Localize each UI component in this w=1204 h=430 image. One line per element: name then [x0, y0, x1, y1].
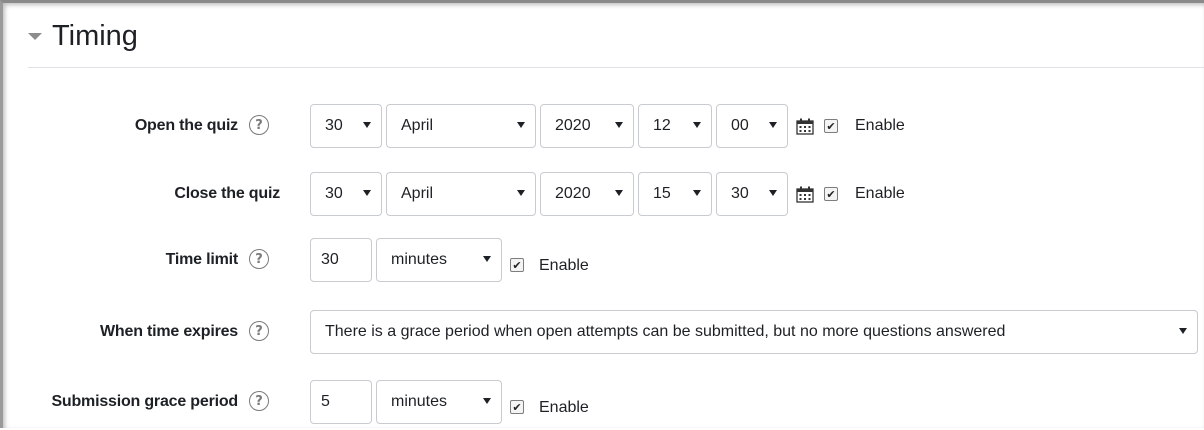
time-limit-enable-label: Enable: [539, 257, 589, 274]
grace-period-enable-label: Enable: [539, 399, 589, 416]
chevron-down-icon: [693, 190, 701, 196]
calendar-icon[interactable]: [796, 186, 814, 203]
time-limit-label: Time limit: [165, 251, 239, 268]
help-icon[interactable]: ?: [249, 321, 269, 341]
open-quiz-row: Open the quiz ? 30 April 2020 12 00 ✔ En…: [0, 104, 1204, 148]
time-limit-row: Time limit ? 30 minutes ✔ Enable: [0, 238, 1204, 282]
grace-period-enable-checkbox[interactable]: ✔: [510, 400, 524, 414]
open-hour-select[interactable]: 12: [638, 104, 712, 148]
when-time-expires-label: When time expires: [100, 323, 238, 340]
chevron-down-icon: [769, 190, 777, 196]
chevron-down-icon: [517, 122, 525, 128]
close-month-select[interactable]: April: [386, 172, 536, 216]
grace-period-row: Submission grace period ? 5 minutes ✔ En…: [0, 380, 1204, 424]
close-enable-label: Enable: [855, 185, 905, 202]
time-limit-unit-select[interactable]: minutes: [376, 238, 502, 282]
open-enable-label: Enable: [855, 117, 905, 134]
chevron-down-icon: [363, 190, 371, 196]
open-year-select[interactable]: 2020: [540, 104, 634, 148]
grace-period-unit-select[interactable]: minutes: [376, 380, 502, 424]
chevron-down-icon: [483, 398, 491, 404]
open-minute-select[interactable]: 00: [716, 104, 788, 148]
chevron-down-icon: [363, 122, 371, 128]
chevron-down-icon: [769, 122, 777, 128]
time-limit-input[interactable]: 30: [310, 238, 372, 282]
close-minute-select[interactable]: 30: [716, 172, 788, 216]
help-icon[interactable]: ?: [249, 115, 269, 135]
chevron-down-icon: [615, 190, 623, 196]
help-icon[interactable]: ?: [249, 249, 269, 269]
open-day-select[interactable]: 30: [310, 104, 382, 148]
section-title: Timing: [52, 20, 138, 52]
close-day-select[interactable]: 30: [310, 172, 382, 216]
close-enable-checkbox[interactable]: ✔: [824, 187, 838, 201]
open-enable-checkbox[interactable]: ✔: [824, 119, 838, 133]
close-hour-select[interactable]: 15: [638, 172, 712, 216]
calendar-icon[interactable]: [796, 118, 814, 135]
caret-down-icon[interactable]: [28, 33, 42, 40]
grace-period-input[interactable]: 5: [310, 380, 372, 424]
chevron-down-icon: [1179, 328, 1187, 334]
help-icon[interactable]: ?: [249, 391, 269, 411]
chevron-down-icon: [693, 122, 701, 128]
grace-period-label: Submission grace period: [51, 393, 238, 410]
when-time-expires-select[interactable]: There is a grace period when open attemp…: [310, 310, 1198, 354]
chevron-down-icon: [517, 190, 525, 196]
section-header-timing[interactable]: Timing: [28, 18, 1204, 68]
open-quiz-label: Open the quiz: [134, 117, 238, 134]
close-quiz-label: Close the quiz: [174, 185, 280, 202]
when-time-expires-row: When time expires ? There is a grace per…: [0, 310, 1204, 354]
close-quiz-row: Close the quiz 30 April 2020 15 30 ✔ Ena…: [0, 172, 1204, 216]
open-month-select[interactable]: April: [386, 104, 536, 148]
time-limit-enable-checkbox[interactable]: ✔: [510, 258, 524, 272]
chevron-down-icon: [615, 122, 623, 128]
close-year-select[interactable]: 2020: [540, 172, 634, 216]
chevron-down-icon: [483, 256, 491, 262]
